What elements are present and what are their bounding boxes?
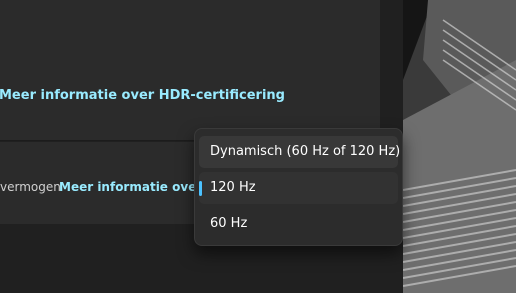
- refresh-rate-info-link[interactable]: Meer informatie over: [59, 180, 202, 194]
- option-label: 120 Hz: [210, 180, 256, 195]
- option-dynamic-refresh[interactable]: Dynamisch (60 Hz of 120 Hz): [199, 136, 401, 168]
- refresh-rate-description: vermogen: [0, 180, 61, 194]
- display-settings-screen: Meer informatie over HDR-certificering v…: [0, 0, 516, 293]
- hdr-certification-link[interactable]: Meer informatie over HDR-certificering: [0, 88, 285, 103]
- selection-indicator: [199, 181, 202, 196]
- background-stripes-graphic: [403, 0, 516, 293]
- refresh-rate-dropdown-flyout: Dynamisch (60 Hz of 120 Hz) 120 Hz 60 Hz: [194, 128, 403, 246]
- hdr-settings-card: [0, 0, 380, 141]
- option-label: Dynamisch (60 Hz of 120 Hz): [210, 144, 401, 159]
- option-60hz[interactable]: 60 Hz: [199, 208, 398, 240]
- option-120hz[interactable]: 120 Hz: [199, 172, 398, 204]
- option-label: 60 Hz: [210, 216, 248, 231]
- desktop-background-image: [403, 0, 516, 293]
